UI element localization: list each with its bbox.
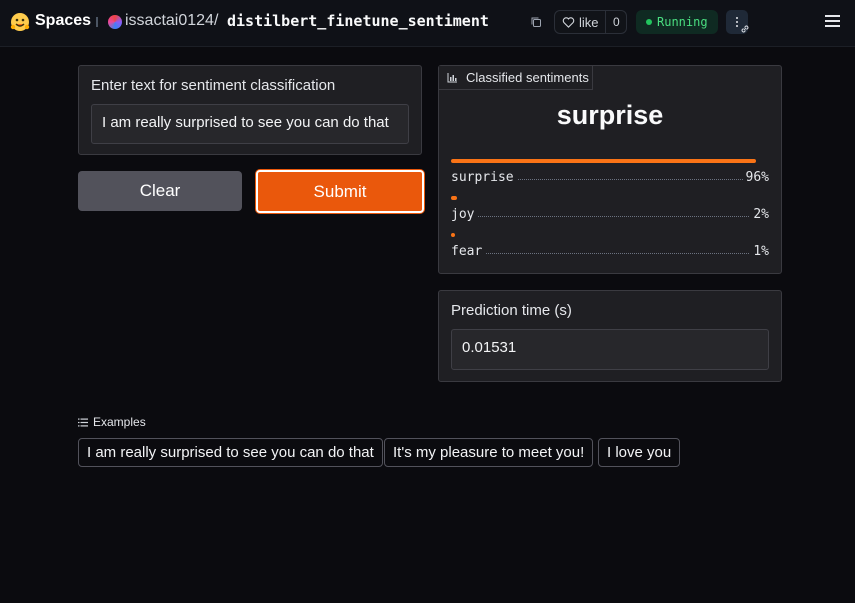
input-panel: Enter text for sentiment classification …: [78, 65, 422, 155]
examples-header: Examples: [78, 415, 146, 429]
link-icon[interactable]: [739, 23, 751, 35]
classified-sentiments-label: Classified sentiments: [466, 70, 589, 85]
spaces-link[interactable]: Spaces: [35, 12, 91, 30]
confidence-bar: [451, 233, 455, 237]
confidence-value: 2%: [750, 207, 769, 222]
confidence-leader-dots: [451, 253, 769, 254]
like-divider: [605, 11, 606, 33]
predicted-label: surprise: [556, 100, 664, 130]
more-icon-dot: [736, 25, 738, 27]
submit-button[interactable]: Submit: [256, 170, 424, 213]
path-slash: /: [213, 12, 219, 29]
hugging-face-logo-icon[interactable]: [10, 12, 30, 32]
list-icon: [78, 418, 88, 427]
owner-link[interactable]: issactai0124/: [125, 12, 218, 30]
clear-button[interactable]: Clear: [78, 171, 242, 211]
prediction-time-label: Prediction time (s): [451, 302, 572, 319]
like-count[interactable]: 0: [613, 15, 620, 29]
menu-line: [825, 15, 840, 17]
confidence-row[interactable]: joy 2%: [451, 196, 769, 226]
menu-line: [825, 25, 840, 27]
repo-name-link[interactable]: distilbert_finetune_sentiment: [227, 12, 489, 30]
input-label: Enter text for sentiment classification: [91, 77, 336, 94]
more-icon-dot: [736, 21, 738, 23]
separator: [96, 17, 98, 27]
examples-title: Examples: [93, 415, 146, 429]
confidence-bar: [451, 159, 756, 163]
heart-icon: [562, 17, 575, 28]
confidence-label: joy: [451, 207, 478, 222]
confidence-label: surprise: [451, 170, 517, 185]
confidence-row[interactable]: surprise 96%: [451, 159, 769, 189]
prediction-time-field[interactable]: 0.01531: [451, 329, 769, 370]
menu-line: [825, 20, 840, 22]
owner-name: issactai0124: [125, 12, 214, 29]
example-chip[interactable]: It's my pleasure to meet you!: [384, 438, 594, 467]
classified-sentiments-tab: Classified sentiments: [439, 66, 593, 90]
confidence-label: fear: [451, 244, 486, 259]
confidence-value: 96%: [742, 170, 769, 185]
status-dot: [646, 19, 652, 25]
confidence-leader-dots: [451, 216, 769, 217]
confidence-bar: [451, 196, 457, 200]
example-chip[interactable]: I am really surprised to see you can do …: [78, 438, 383, 467]
copy-icon[interactable]: [530, 16, 542, 28]
hamburger-menu-icon[interactable]: [825, 15, 840, 28]
status-badge[interactable]: Running: [636, 10, 718, 34]
bar-chart-icon: [447, 73, 457, 83]
confidence-value: 1%: [750, 244, 769, 259]
more-icon-dot: [736, 17, 738, 19]
status-text: Running: [657, 15, 708, 29]
like-button[interactable]: like 0: [554, 10, 627, 34]
owner-avatar[interactable]: [108, 15, 122, 29]
example-chip[interactable]: I love you: [598, 438, 681, 467]
confidence-row[interactable]: fear 1%: [451, 233, 769, 263]
top-bar: Spaces issactai0124/ distilbert_finetune…: [0, 0, 855, 47]
prediction-time-panel: Prediction time (s) 0.01531: [438, 290, 782, 382]
like-label: like: [579, 15, 599, 30]
sentiment-text-input[interactable]: I am really surprised to see you can do …: [91, 104, 409, 144]
